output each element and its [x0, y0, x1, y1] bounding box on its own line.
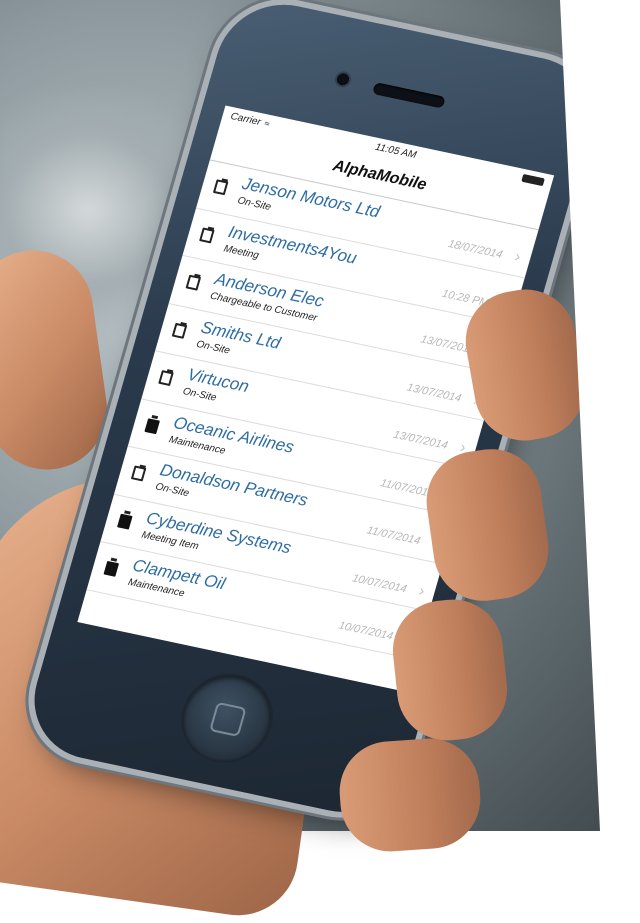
job-date: 13/07/2014 [405, 381, 463, 405]
clipboard-solid-icon [144, 414, 161, 434]
job-date: 10/07/2014 [350, 571, 409, 595]
job-date: 10/07/2014 [337, 619, 395, 643]
clipboard-outline-icon [212, 178, 229, 196]
clipboard-solid-icon [103, 557, 120, 577]
clipboard-outline-icon [130, 464, 147, 482]
job-date: 11/07/2014 [365, 524, 422, 548]
front-camera-icon [335, 72, 351, 87]
clipboard-solid-icon [117, 509, 133, 530]
clipboard-outline-icon [185, 273, 202, 291]
battery-icon [521, 173, 545, 187]
clipboard-outline-icon [199, 226, 215, 243]
clipboard-outline-icon [171, 321, 188, 339]
finger [336, 735, 484, 855]
chevron-right-icon: › [512, 248, 523, 266]
earpiece-speaker [372, 82, 446, 109]
clipboard-outline-icon [158, 369, 174, 387]
chevron-right-icon: › [416, 582, 427, 600]
job-date: 13/07/2014 [391, 428, 450, 452]
home-button[interactable] [173, 667, 282, 769]
wifi-icon: ≈ [263, 118, 271, 129]
job-date: 18/07/2014 [446, 238, 504, 262]
home-square-icon [209, 701, 247, 737]
